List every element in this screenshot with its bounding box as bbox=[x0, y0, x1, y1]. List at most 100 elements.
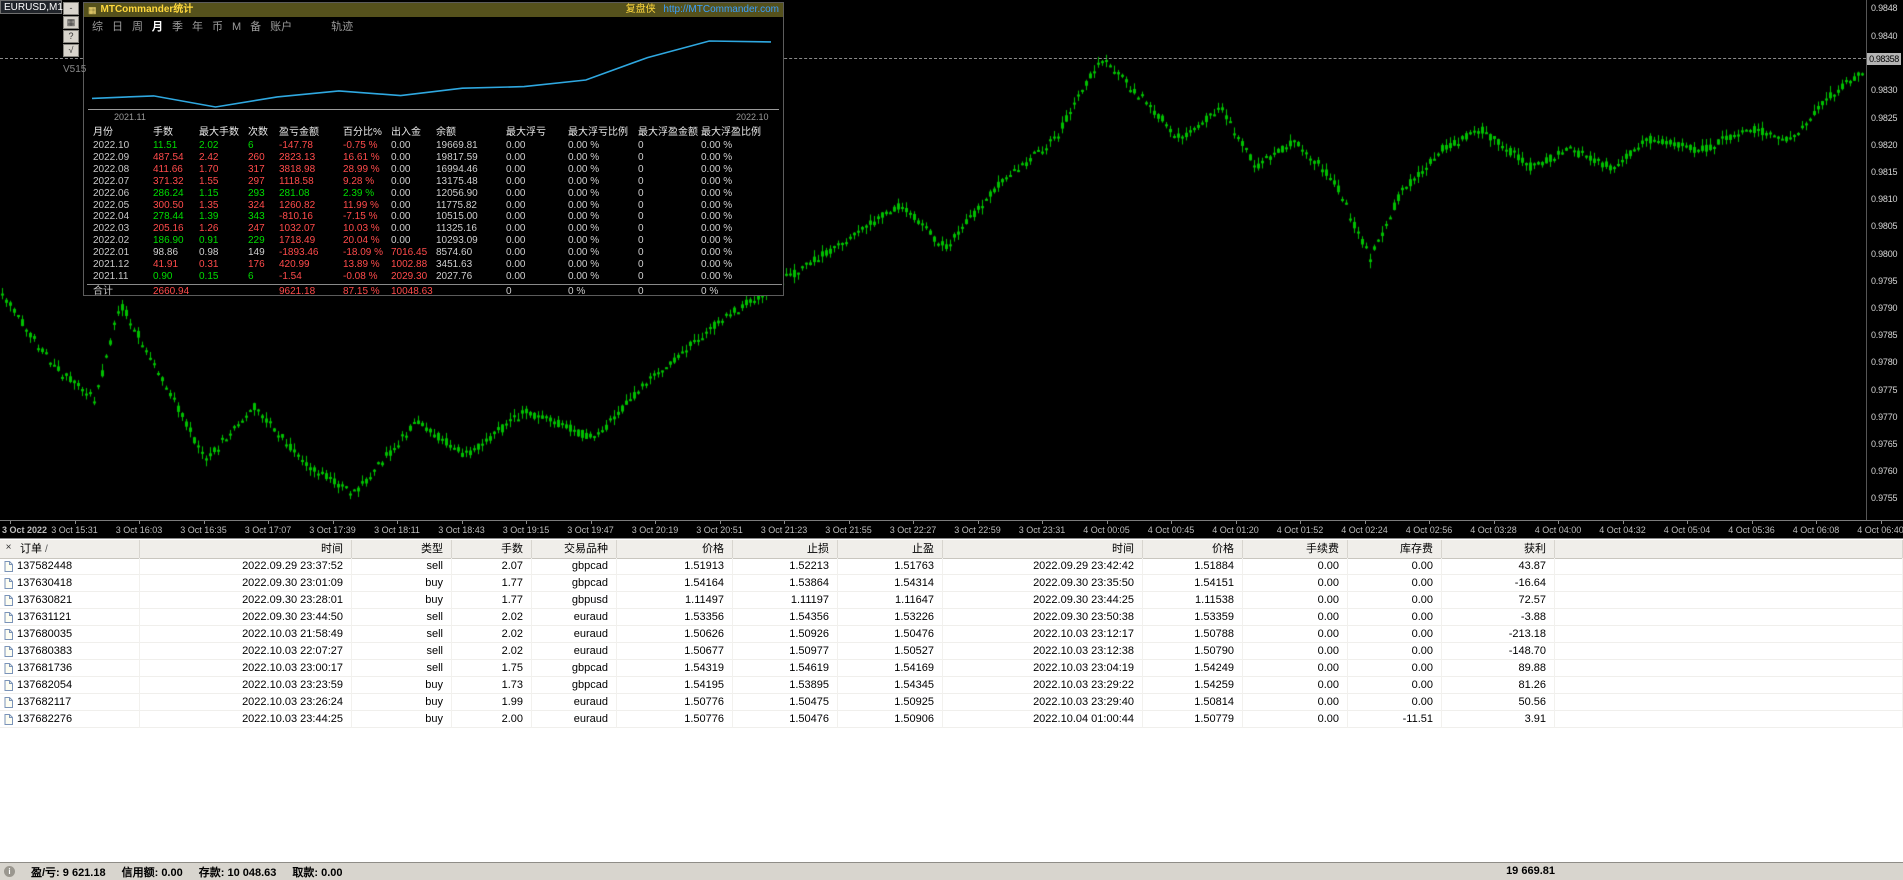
time-tick bbox=[1816, 521, 1817, 524]
orders-header-cell[interactable]: 库存费 bbox=[1348, 540, 1442, 558]
order-row[interactable]: 137680035 2022.10.03 21:58:49 sell 2.02 eura… bbox=[0, 626, 1903, 643]
order-cell: gbpcad bbox=[532, 575, 617, 592]
chart-symbol-label: EURUSD,M1 bbox=[0, 0, 63, 14]
order-cell: 1.50476 bbox=[838, 626, 943, 643]
time-label: 4 Oct 01:20 bbox=[1212, 525, 1259, 535]
order-row[interactable]: 137682117 2022.10.03 23:26:24 buy 1.99 eurau… bbox=[0, 694, 1903, 711]
order-cell: -3.88 bbox=[1442, 609, 1555, 626]
order-cell: 1.54195 bbox=[617, 677, 733, 694]
time-label: 4 Oct 05:36 bbox=[1728, 525, 1775, 535]
time-label: 4 Oct 04:32 bbox=[1599, 525, 1646, 535]
order-cell: 1.50925 bbox=[838, 694, 943, 711]
time-tick bbox=[1687, 521, 1688, 524]
ea-button-1[interactable]: ▦ bbox=[63, 16, 79, 29]
order-cell: sell bbox=[352, 609, 452, 626]
ea-toolbar: - ▦? √ V515 bbox=[63, 2, 86, 75]
order-row[interactable]: 137680383 2022.10.03 22:07:27 sell 2.02 eura… bbox=[0, 643, 1903, 660]
order-row[interactable]: 137630821 2022.09.30 23:28:01 buy 1.77 gbpus… bbox=[0, 592, 1903, 609]
price-label: 0.9790 bbox=[1871, 303, 1898, 313]
order-row[interactable]: 137682054 2022.10.03 23:23:59 buy 1.73 gbpca… bbox=[0, 677, 1903, 694]
orders-header-cell[interactable]: 手数 bbox=[452, 540, 532, 558]
orders-header[interactable]: 订单 / 时间 类型 手数 交易品种 价格 止损 止盈 时间 价格 手续费 库存费 获利 bbox=[0, 540, 1903, 559]
orders-header-cell[interactable]: 时间 bbox=[943, 540, 1143, 558]
order-cell: 2022.10.03 23:44:25 bbox=[140, 711, 352, 728]
order-cell: 0.00 bbox=[1348, 558, 1442, 575]
order-row[interactable]: 137682276 2022.10.03 23:44:25 buy 2.00 eurau… bbox=[0, 711, 1903, 728]
brand-url[interactable]: http://MTCommander.com bbox=[663, 4, 779, 15]
order-cell: buy bbox=[352, 677, 452, 694]
time-label: 3 Oct 20:51 bbox=[696, 525, 743, 535]
order-cell: euraud bbox=[532, 609, 617, 626]
order-cell: 1.50475 bbox=[733, 694, 838, 711]
price-label: 0.9840 bbox=[1871, 31, 1898, 41]
order-cell: sell bbox=[352, 643, 452, 660]
order-cell: 0.00 bbox=[1348, 626, 1442, 643]
order-cell: 0.00 bbox=[1243, 660, 1348, 677]
ea-button-3[interactable]: √ bbox=[63, 44, 79, 57]
time-tick bbox=[655, 521, 656, 524]
time-tick bbox=[1106, 521, 1108, 524]
price-label: 0.9755 bbox=[1871, 493, 1898, 504]
order-cell: 2022.10.03 23:00:17 bbox=[140, 660, 352, 677]
orders-header-cell[interactable]: 止损 bbox=[733, 540, 838, 558]
orders-header-cell[interactable]: 时间 bbox=[140, 540, 352, 558]
order-cell: 0.00 bbox=[1243, 626, 1348, 643]
order-cell: 1.50476 bbox=[733, 711, 838, 728]
orders-header-cell[interactable]: 价格 bbox=[1143, 540, 1243, 558]
time-tick bbox=[1171, 521, 1172, 524]
price-axis[interactable]: 0.9848 0.9840 0.9830 0.9825 0.9820 0.9815 0.98… bbox=[1866, 0, 1903, 520]
order-cell: -11.51 bbox=[1348, 711, 1442, 728]
price-label: 0.9780 bbox=[1871, 357, 1898, 368]
order-cell: 2022.09.30 23:50:38 bbox=[943, 609, 1143, 626]
order-cell: 2.07 bbox=[452, 558, 532, 575]
close-icon[interactable]: × bbox=[3, 543, 14, 554]
time-label: 3 Oct 17:07 bbox=[244, 525, 292, 535]
stats-row: 2022.07 371.32 1.55 297 1118.58 9.28 % 0.00 131… bbox=[93, 175, 733, 187]
time-tick bbox=[1751, 521, 1753, 524]
order-cell: sell bbox=[352, 660, 452, 677]
order-cell: buy bbox=[352, 575, 452, 592]
order-cell: -16.64 bbox=[1442, 575, 1555, 592]
order-row[interactable]: 137631121 2022.09.30 23:44:50 sell 2.02 eura… bbox=[0, 609, 1903, 626]
orders-header-cell[interactable]: 订单 / bbox=[0, 540, 140, 558]
order-cell: 1.54249 bbox=[1143, 660, 1243, 677]
orders-header-cell[interactable]: 获利 bbox=[1442, 540, 1555, 558]
order-cell: 1.54319 bbox=[617, 660, 733, 677]
order-cell: 81.26 bbox=[1442, 677, 1555, 694]
orders-header-cell[interactable]: 止盈 bbox=[838, 540, 943, 558]
ea-button-2[interactable]: ? bbox=[63, 30, 79, 43]
order-cell: 1.50814 bbox=[1143, 694, 1243, 711]
stats-title-bar[interactable]: ▦ MTCommander统计 复盘侠 http://MTCommander.c… bbox=[84, 3, 783, 17]
order-row[interactable]: 137681736 2022.10.03 23:00:17 sell 1.75 gbpc… bbox=[0, 660, 1903, 677]
order-cell: 1.11197 bbox=[733, 592, 838, 609]
order-cell: 0.00 bbox=[1243, 558, 1348, 575]
time-tick bbox=[10, 521, 11, 524]
orders-header-cell[interactable]: 交易品种 bbox=[532, 540, 617, 558]
order-cell: 2022.10.03 22:07:27 bbox=[140, 643, 352, 660]
ea-button-0[interactable]: - bbox=[63, 2, 79, 15]
time-label: 4 Oct 01:52 bbox=[1276, 525, 1324, 535]
order-cell: gbpusd bbox=[532, 592, 617, 609]
time-tick bbox=[1622, 521, 1624, 524]
time-axis[interactable]: 3 Oct 2022 3 Oct 15:31 3 Oct 16:03 3 Oct 16… bbox=[0, 520, 1903, 539]
orders-header-cell[interactable]: 价格 bbox=[617, 540, 733, 558]
order-cell: 137680383 bbox=[0, 643, 140, 660]
time-tick bbox=[1300, 521, 1301, 524]
order-row[interactable]: 137630418 2022.09.30 23:01:09 buy 1.77 gbpca… bbox=[0, 575, 1903, 592]
order-cell: 1.54151 bbox=[1143, 575, 1243, 592]
order-cell: gbpcad bbox=[532, 660, 617, 677]
price-label: 0.9775 bbox=[1871, 384, 1898, 395]
time-tick bbox=[203, 521, 205, 524]
time-tick bbox=[526, 521, 527, 524]
order-cell: 1.51763 bbox=[838, 558, 943, 575]
order-row[interactable]: 137582448 2022.09.29 23:37:52 sell 2.07 gbpc… bbox=[0, 558, 1903, 575]
order-cell: 0.00 bbox=[1243, 643, 1348, 660]
stats-row: 2021.12 41.91 0.31 176 420.99 13.89 % 1002.88 3… bbox=[93, 259, 733, 270]
order-cell: 50.56 bbox=[1442, 694, 1555, 711]
order-cell: 0.00 bbox=[1348, 660, 1442, 677]
orders-header-cell[interactable]: 手续费 bbox=[1243, 540, 1348, 558]
time-tick bbox=[1364, 521, 1366, 524]
stats-table: 月份 手数 最大手数 次数 盈亏金额 百分比% 出入金 余额 最大浮亏 最大浮亏比例 最大浮盈金额最… bbox=[84, 127, 785, 297]
orders-header-cell[interactable]: 类型 bbox=[352, 540, 452, 558]
stats-header-row: 月份 手数 最大手数 次数 盈亏金额 百分比% 出入金 余额 最大浮亏 最大浮亏比例 最大浮盈金额最… bbox=[93, 127, 761, 138]
